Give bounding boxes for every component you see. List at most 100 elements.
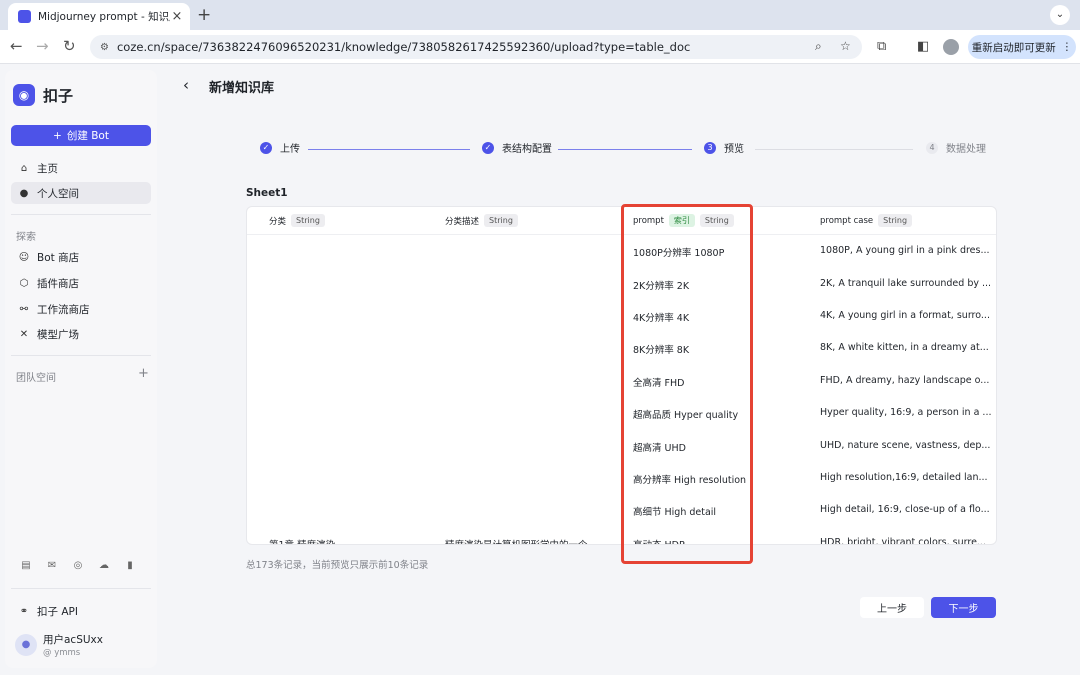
sidebar-item-label: 插件商店 (37, 277, 79, 290)
create-bot-label: 创建 Bot (66, 130, 109, 142)
divider (11, 588, 151, 589)
stepper: ✓ 上传 ✓ 表结构配置 3 预览 4 数据处理 (160, 140, 1080, 158)
page-title: 新增知识库 (209, 81, 275, 96)
workflow-icon: ⚯ (19, 303, 29, 315)
mail-icon[interactable]: ✉ (45, 560, 59, 571)
cell-case: Hyper quality, 16:9, a person in a ... (820, 407, 992, 418)
user-id: @ ymms (43, 648, 81, 658)
step-connector (558, 149, 692, 150)
cell-category: 第1章 精度渲染 (269, 537, 335, 544)
model-icon: ✕ (19, 328, 29, 340)
avatar: ● (15, 634, 37, 656)
document-icon[interactable]: ▤ (19, 560, 33, 571)
divider (11, 355, 151, 356)
sidebar-item-label: 个人空间 (37, 187, 79, 200)
tab-title: Midjourney prompt - 知识库 - (38, 11, 170, 23)
sidebar-item-label: 主页 (37, 162, 58, 175)
cell-case: 2K, A tranquil lake surrounded by ... (820, 278, 992, 289)
cell-case: 1080P, A young girl in a pink dres... (820, 245, 990, 256)
side-panel-icon[interactable]: ◧ (917, 39, 929, 54)
column-header-desc: 分类描述 String (445, 214, 518, 227)
step-upload: ✓ 上传 (260, 140, 300, 155)
site-settings-icon[interactable]: ⚙ (100, 42, 109, 53)
check-icon: ✓ (482, 141, 494, 154)
sidebar-item-plugin-store[interactable]: ⬡ 插件商店 (11, 272, 151, 294)
step-label: 数据处理 (946, 144, 986, 155)
user-name: 用户acSUxx (43, 634, 103, 646)
sidebar-item-label: 模型广场 (37, 328, 79, 341)
column-name: prompt case (820, 215, 874, 226)
explore-label: 探索 (16, 232, 36, 243)
divider (11, 214, 151, 215)
reload-icon[interactable]: ↻ (63, 37, 76, 55)
step-connector (755, 149, 913, 150)
sidebar-item-label: 扣子 API (37, 605, 78, 618)
update-label: 重新启动即可更新 (971, 41, 1056, 54)
update-button[interactable]: 重新启动即可更新 ⋮ (968, 35, 1076, 59)
cell-desc: 精度渲染是计算机图形学中的一个... (445, 537, 597, 544)
bot-icon: ☺ (18, 251, 30, 263)
sidebar: ◉ 扣子 + 创建 Bot ⌂ 主页 ● 个人空间 探索 ☺ Bot 商店 ⬡ … (5, 70, 157, 668)
column-name: 分类描述 (445, 216, 480, 227)
add-team-plus-icon[interactable]: + (138, 366, 149, 381)
sidebar-item-home[interactable]: ⌂ 主页 (11, 157, 151, 179)
sidebar-bottom-icons: ▤ ✉ ◎ ☁ ▮ (19, 560, 137, 571)
cell-case: 8K, A white kitten, in a dreamy at... (820, 342, 989, 353)
type-tag: String (291, 214, 325, 227)
home-icon: ⌂ (20, 162, 28, 174)
sheet-name: Sheet1 (246, 187, 288, 199)
sidebar-item-model-square[interactable]: ✕ 模型广场 (11, 323, 151, 345)
link-icon: ⚭ (19, 605, 29, 617)
feedback-icon[interactable]: ◎ (71, 560, 85, 571)
address-bar-row: ← → ↻ ⚙ coze.cn/space/736382247609652023… (0, 30, 1080, 64)
new-tab-icon[interactable]: + (197, 5, 211, 25)
column-name: 分类 (269, 216, 287, 227)
team-space-label: 团队空间 (16, 373, 56, 384)
sidebar-item-label: Bot 商店 (37, 251, 80, 264)
sidebar-item-workflow-store[interactable]: ⚯ 工作流商店 (11, 298, 151, 320)
brand-name: 扣子 (43, 86, 74, 105)
profile-avatar[interactable] (943, 39, 959, 55)
step-schema: ✓ 表结构配置 (482, 140, 552, 155)
step-label: 上传 (280, 144, 300, 155)
previous-step-button[interactable]: 上一步 (860, 597, 924, 618)
column-header-category: 分类 String (269, 214, 325, 227)
chevron-down-icon[interactable]: ⌄ (1050, 5, 1070, 25)
prompt-column-highlight (621, 204, 753, 564)
create-bot-button[interactable]: + 创建 Bot (11, 125, 151, 146)
cube-icon: ⬡ (19, 277, 29, 289)
sidebar-item-bot-store[interactable]: ☺ Bot 商店 (11, 246, 151, 268)
step-label: 表结构配置 (502, 144, 552, 155)
browser-tabbar: Midjourney prompt - 知识库 - × + ⌄ (0, 0, 1080, 30)
wechat-icon[interactable]: ☁ (97, 560, 111, 571)
person-icon: ● (19, 187, 29, 199)
zoom-icon[interactable]: ⌕ (815, 39, 822, 54)
url-text: coze.cn/space/7363822476096520231/knowle… (116, 40, 691, 54)
forward-arrow-icon[interactable]: → (36, 37, 49, 55)
url-field[interactable]: ⚙ coze.cn/space/7363822476096520231/know… (90, 35, 862, 59)
cell-case: High resolution,16:9, detailed lan... (820, 472, 988, 483)
sidebar-item-personal-space[interactable]: ● 个人空间 (11, 182, 151, 204)
coze-favicon-icon (18, 10, 31, 23)
cell-case: High detail, 16:9, close-up of a flo... (820, 504, 990, 515)
back-chevron-icon[interactable]: ‹ (183, 76, 189, 94)
close-tab-icon[interactable]: × (170, 9, 184, 24)
user-profile[interactable]: ● 用户acSUxx @ ymms (15, 632, 103, 658)
coze-logo-icon: ◉ (13, 84, 35, 106)
more-vert-icon: ⋮ (1061, 41, 1073, 53)
step-number: 4 (926, 141, 938, 154)
bookmark-star-icon[interactable]: ☆ (840, 39, 851, 53)
step-processing: 4 数据处理 (926, 140, 986, 155)
cell-case: 4K, A young girl in a format, surro... (820, 310, 990, 321)
extensions-icon[interactable]: ⧉ (877, 39, 886, 54)
browser-tab[interactable]: Midjourney prompt - 知识库 - × (8, 3, 190, 30)
sidebar-item-api[interactable]: ⚭ 扣子 API (11, 600, 151, 622)
record-count-note: 总173条记录，当前预览只展示前10条记录 (246, 560, 429, 571)
type-tag: String (878, 214, 913, 227)
column-header-prompt-case: prompt case String (820, 214, 913, 227)
back-arrow-icon[interactable]: ← (10, 37, 23, 55)
brand-logo[interactable]: ◉ 扣子 (13, 84, 73, 106)
cell-case: HDR, bright, vibrant colors, surre... (820, 537, 986, 545)
stats-icon[interactable]: ▮ (123, 560, 137, 571)
next-step-button[interactable]: 下一步 (931, 597, 996, 618)
